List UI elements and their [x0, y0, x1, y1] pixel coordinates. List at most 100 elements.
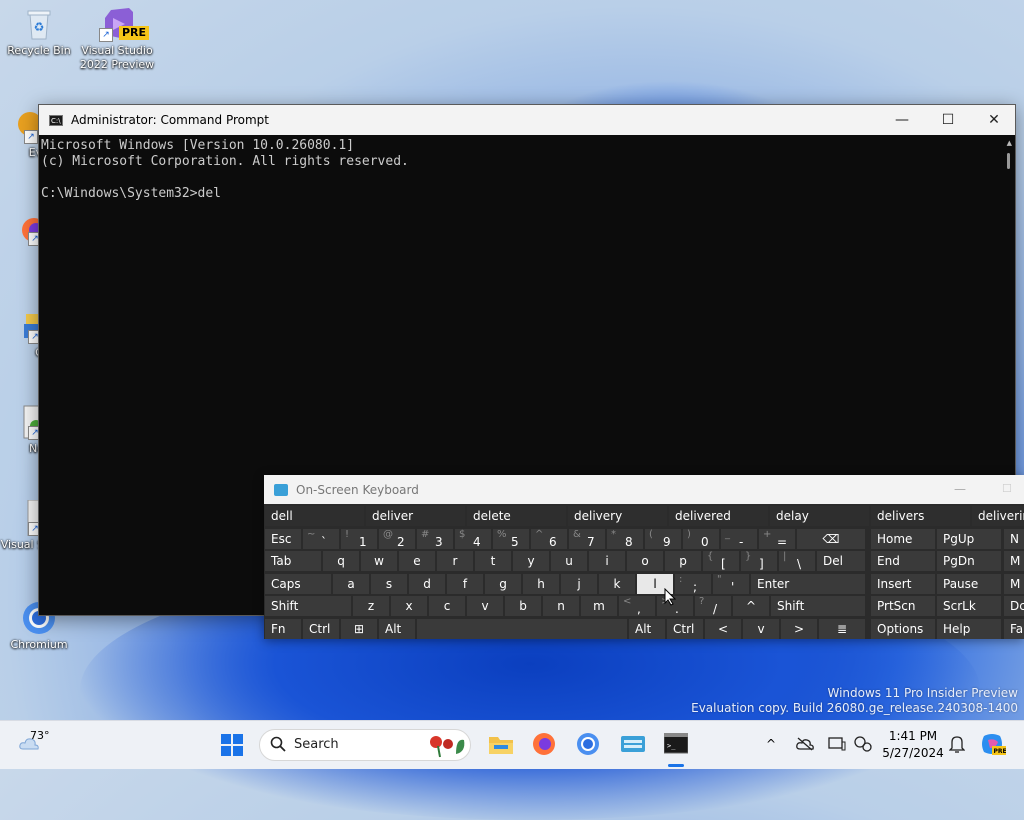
key-pgdn[interactable]: PgDn [937, 551, 1001, 571]
key-backspace[interactable]: ⌫ [797, 528, 865, 549]
prediction-delivers[interactable]: delivers [871, 506, 970, 526]
copilot-preview-icon[interactable]: PRE [980, 732, 1007, 759]
key-alt-left[interactable]: Alt [379, 618, 415, 639]
key-esc[interactable]: Esc [265, 528, 301, 549]
key-6[interactable]: ^ 6 [531, 528, 567, 549]
key-alt-right[interactable]: Alt [629, 618, 665, 639]
key-mv[interactable]: M [1004, 551, 1024, 571]
clock-date[interactable]: 5/27/2024 [882, 746, 944, 760]
key-space[interactable] [417, 618, 627, 639]
key-b[interactable]: b [505, 596, 541, 616]
key-r[interactable]: r [437, 551, 473, 571]
key-left-arrow[interactable]: < [705, 618, 741, 639]
key-][interactable]: }] [741, 551, 777, 571]
cloud-offline-icon[interactable] [796, 737, 814, 754]
key-fade[interactable]: Fa [1004, 618, 1024, 639]
key-3[interactable]: #3 [417, 528, 453, 549]
key-caps[interactable]: Caps [265, 573, 331, 594]
prediction-deliverin[interactable]: deliverin [972, 506, 1024, 526]
key-home[interactable]: Home [871, 528, 935, 549]
key-`[interactable]: ~ ` [303, 528, 339, 549]
key-help[interactable]: Help [937, 618, 1001, 639]
key-9[interactable]: (9 [645, 528, 681, 549]
maximize-button[interactable]: ☐ [925, 105, 971, 135]
key-scrlk[interactable]: ScrLk [937, 596, 1001, 616]
clock-time[interactable]: 1:41 PM [882, 729, 944, 743]
key-m[interactable]: m [581, 596, 617, 616]
prediction-deliver[interactable]: deliver [366, 506, 465, 526]
firefox-taskbar-icon[interactable] [532, 732, 556, 759]
key-0[interactable]: ) 0 [683, 528, 719, 549]
network-settings-icon[interactable] [854, 736, 872, 755]
key-;[interactable]: :; [675, 573, 711, 594]
key-del[interactable]: Del [817, 551, 865, 571]
device-status-icon[interactable] [828, 736, 846, 755]
key-8[interactable]: * 8 [607, 528, 643, 549]
key-insert[interactable]: Insert [871, 573, 935, 594]
key-x[interactable]: x [391, 596, 427, 616]
scroll-up-arrow-icon[interactable]: ▲ [1007, 139, 1012, 147]
cmd-titlebar[interactable]: C:\ Administrator: Command Prompt — ☐ ✕ [39, 105, 1015, 135]
key-1[interactable]: ! 1 [341, 528, 377, 549]
key-v[interactable]: v [467, 596, 503, 616]
notification-bell-icon[interactable] [948, 735, 966, 756]
key-ctrl-left[interactable]: Ctrl [303, 618, 339, 639]
prediction-delete[interactable]: delete [467, 506, 566, 526]
key--[interactable]: _ - [721, 528, 757, 549]
taskbar-search-box[interactable]: Search [259, 729, 471, 761]
key-\[interactable]: | \ [779, 551, 815, 571]
desktop-icon-visual-studio-preview[interactable]: PRE ↗ Visual Studio 2022 Preview [79, 6, 155, 72]
key-5[interactable]: % 5 [493, 528, 529, 549]
key-menu[interactable]: ≣ [819, 618, 865, 639]
key-right-arrow[interactable]: > [781, 618, 817, 639]
key-y[interactable]: y [513, 551, 549, 571]
chromium-taskbar-icon[interactable] [576, 732, 600, 759]
key-f[interactable]: f [447, 573, 483, 594]
key-j[interactable]: j [561, 573, 597, 594]
key-shift-right[interactable]: Shift [771, 596, 865, 616]
key-options[interactable]: Options [871, 618, 935, 639]
key-g[interactable]: g [485, 573, 521, 594]
scrollbar-thumb[interactable] [1007, 153, 1010, 169]
start-button[interactable] [221, 734, 243, 759]
key-c[interactable]: c [429, 596, 465, 616]
key-i[interactable]: i [589, 551, 625, 571]
key-4[interactable]: $4 [455, 528, 491, 549]
desktop-icon-recycle-bin[interactable]: ♻ Recycle Bin [1, 6, 77, 58]
key-7[interactable]: & 7 [569, 528, 605, 549]
key-e[interactable]: e [399, 551, 435, 571]
key-o[interactable]: o [627, 551, 663, 571]
weather-temperature[interactable]: 73° [30, 729, 50, 742]
key-h[interactable]: h [523, 573, 559, 594]
minimize-button[interactable]: — [879, 105, 925, 135]
key-mv2[interactable]: M [1004, 573, 1024, 594]
on-screen-keyboard-taskbar-icon[interactable] [620, 732, 646, 759]
key-k[interactable]: k [599, 573, 635, 594]
key-windows[interactable]: ⊞ [341, 618, 377, 639]
key-d[interactable]: d [409, 573, 445, 594]
key-w[interactable]: w [361, 551, 397, 571]
key-/[interactable]: ? / [695, 596, 731, 616]
key-p[interactable]: p [665, 551, 701, 571]
show-hidden-icons-chevron-icon[interactable]: ^ [766, 737, 776, 751]
prediction-delay[interactable]: delay [770, 506, 869, 526]
key-dock[interactable]: Dc [1004, 596, 1024, 616]
key-nav[interactable]: N [1004, 528, 1024, 549]
key-up-arrow[interactable]: ^ [733, 596, 769, 616]
key-end[interactable]: End [871, 551, 935, 571]
key-prtscn[interactable]: PrtScn [871, 596, 935, 616]
key-,[interactable]: <, [619, 596, 655, 616]
prediction-delivered[interactable]: delivered [669, 506, 768, 526]
key-z[interactable]: z [353, 596, 389, 616]
key-'[interactable]: " ' [713, 573, 749, 594]
key-t[interactable]: t [475, 551, 511, 571]
osk-titlebar[interactable]: On-Screen Keyboard — ☐ [264, 475, 1024, 504]
key-enter[interactable]: Enter [751, 573, 865, 594]
key-pgup[interactable]: PgUp [937, 528, 1001, 549]
osk-minimize-button[interactable]: — [954, 482, 966, 496]
key-s[interactable]: s [371, 573, 407, 594]
key-shift-left[interactable]: Shift [265, 596, 351, 616]
console-output[interactable]: Microsoft Windows [Version 10.0.26080.1]… [39, 135, 1015, 205]
on-screen-keyboard-window[interactable]: On-Screen Keyboard — ☐ dell deliver delete… [264, 475, 1024, 639]
key-u[interactable]: u [551, 551, 587, 571]
